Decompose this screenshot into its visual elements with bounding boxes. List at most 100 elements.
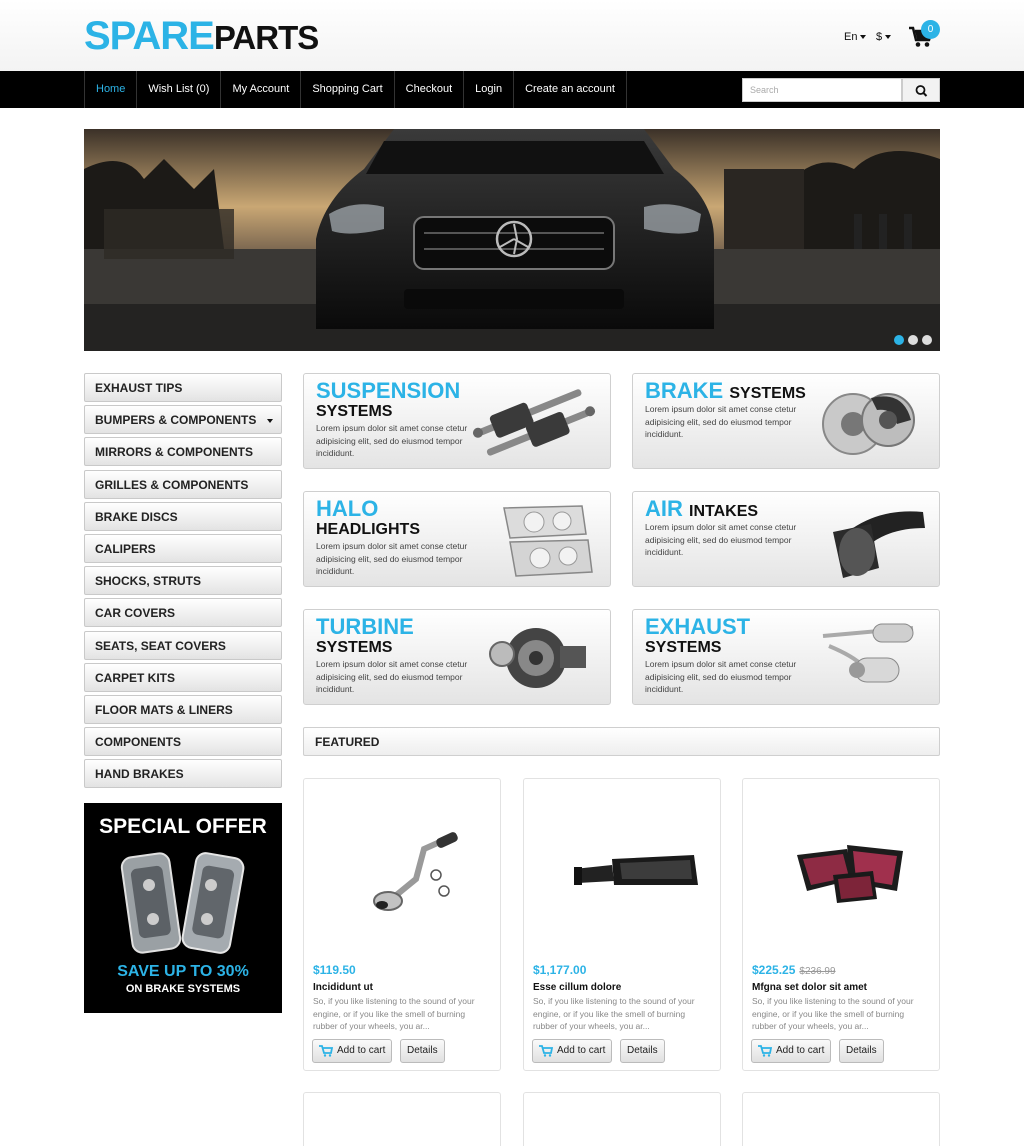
banner-halo[interactable]: HALO HEADLIGHTS Lorem ipsum dolor sit am… [303,491,611,587]
logo-spare: SPARE [84,14,215,58]
category-item[interactable]: MIRRORS & COMPONENTS [84,437,282,467]
category-label: BUMPERS & COMPONENTS [95,413,257,428]
product-card[interactable] [742,1092,940,1146]
product-image-exhaust-pipe[interactable] [324,819,480,929]
banner-text: Lorem ipsum dolor sit amet conse ctetur … [316,423,468,458]
banner-highlight: SUSPENSION [316,378,461,403]
product-card[interactable]: $119.50 Incididunt ut So, if you like li… [303,778,501,1071]
suspension-image [472,389,596,456]
category-label: FLOOR MATS & LINERS [95,702,233,717]
nav-item[interactable]: Checkout [395,71,465,108]
nav-item[interactable]: Home [85,71,138,108]
brake-image [822,393,915,455]
banner-brake[interactable]: BRAKE SYSTEMS Lorem ipsum dolor sit amet… [632,373,940,469]
banner-text: Lorem ipsum dolor sit amet conse ctetur … [645,522,797,557]
currency-label: $ [876,31,883,43]
hero-slider[interactable] [84,129,940,351]
product-name[interactable]: Esse cillum dolore [533,982,621,993]
product-card[interactable] [523,1092,721,1146]
category-item[interactable]: BRAKE DISCS [84,501,282,531]
category-item[interactable]: GRILLES & COMPONENTS [84,469,282,499]
banner-highlight: AIR [645,496,683,521]
product-price-current: $119.50 [313,963,356,977]
cart-icon [319,1045,333,1057]
banner-suspension[interactable]: SUSPENSION SYSTEMS Lorem ipsum dolor sit… [303,373,611,469]
chevron-down-icon [860,35,867,40]
product-name[interactable]: Incididunt ut [313,982,373,993]
nav-item[interactable]: Create an account [514,71,627,108]
banner-rest: SYSTEMS [316,639,393,656]
product-price: $1,177.00 [533,963,586,977]
category-item[interactable]: SHOCKS, STRUTS [84,566,282,596]
search-button[interactable] [902,78,940,102]
category-label: COMPONENTS [95,735,182,750]
banner-text: Lorem ipsum dolor sit amet conse ctetur … [645,404,797,439]
category-item[interactable]: CAR COVERS [84,598,282,628]
category-item[interactable]: CALIPERS [84,533,282,563]
cart-icon [758,1045,772,1057]
nav-item[interactable]: My Account [221,71,302,108]
slider-dots [894,335,932,345]
banner-turbine[interactable]: TURBINE SYSTEMS Lorem ipsum dolor sit am… [303,609,611,705]
details-button[interactable]: Details [400,1039,445,1063]
language-selector[interactable]: En [844,31,867,43]
slider-dot[interactable] [894,335,904,345]
chevron-down-icon [267,419,273,424]
banner-rest: INTAKES [689,503,759,520]
category-label: CALIPERS [95,541,156,556]
add-to-cart-button[interactable]: Add to cart [312,1039,393,1063]
banner-rest: HEADLIGHTS [316,521,420,538]
search-input[interactable]: Search [742,78,902,102]
add-to-cart-button[interactable]: Add to cart [532,1039,613,1063]
chevron-down-icon [885,35,892,40]
headlights-image [503,505,593,577]
product-description: So, if you like listening to the sound o… [752,996,914,1031]
category-item[interactable]: COMPONENTS [84,727,282,757]
category-label: HAND BRAKES [95,767,184,782]
slider-dot[interactable] [908,335,918,345]
add-to-cart-button[interactable]: Add to cart [751,1039,832,1063]
product-card[interactable]: $225.25 $236.99 Mfgna set dolor sit amet … [742,778,940,1071]
product-price: $119.50 [313,963,356,977]
category-label: EXHAUST TIPS [95,381,183,395]
banner-air-intakes[interactable]: AIR INTAKES Lorem ipsum dolor sit amet c… [632,491,940,587]
banner-rest: SYSTEMS [316,403,393,420]
category-item[interactable]: CARPET KITS [84,662,282,692]
nav-item[interactable]: Shopping Cart [301,71,395,108]
product-price-old: $236.99 [799,966,836,977]
category-label: BRAKE DISCS [95,509,178,524]
special-offer-banner[interactable]: SPECIAL OFFER SAVE UP TO 30% ON BRAKE SY… [84,803,282,1013]
nav-items: Home Wish List (0) My Account Shopping Cart… [84,71,627,108]
product-name[interactable]: Mfgna set dolor sit amet [752,982,867,993]
turbine-image [489,628,586,688]
site-logo[interactable]: SPAREPARTS [84,14,319,60]
nav-item[interactable]: Login [464,71,515,108]
product-price-current: $225.25 [752,963,796,977]
product-image-mirror[interactable] [544,819,700,929]
brake-caliper-image [120,852,245,954]
category-item[interactable]: HAND BRAKES [84,759,282,789]
product-image-air-filter[interactable] [763,819,919,929]
product-card[interactable]: $1,177.00 Esse cillum dolore So, if you … [523,778,721,1071]
category-item[interactable]: EXHAUST TIPS [84,373,282,402]
cart-count-badge[interactable]: 0 [921,20,940,39]
banner-headline: BRAKE SYSTEMS [645,379,806,406]
category-item[interactable]: BUMPERS & COMPONENTS [84,405,282,435]
category-item[interactable]: FLOOR MATS & LINERS [84,694,282,724]
currency-selector[interactable]: $ [876,31,892,43]
details-button[interactable]: Details [839,1039,884,1063]
banner-highlight: HALO [316,496,379,521]
nav-item[interactable]: Wish List (0) [137,71,222,108]
slider-dot[interactable] [922,335,932,345]
category-menu: EXHAUST TIPS BUMPERS & COMPONENTS MIRRORS … [84,373,282,791]
banner-exhaust[interactable]: EXHAUST SYSTEMS Lorem ipsum dolor sit am… [632,609,940,705]
featured-heading: FEATURED [303,727,940,756]
details-button[interactable]: Details [620,1039,665,1063]
exhaust-image [822,623,914,683]
product-card[interactable] [303,1092,501,1146]
category-item[interactable]: SEATS, SEAT COVERS [84,630,282,660]
logo-parts: PARTS [213,19,319,56]
banner-highlight: BRAKE [645,378,724,403]
banner-text: Lorem ipsum dolor sit amet conse ctetur … [316,541,468,576]
add-to-cart-label: Add to cart [776,1045,825,1056]
